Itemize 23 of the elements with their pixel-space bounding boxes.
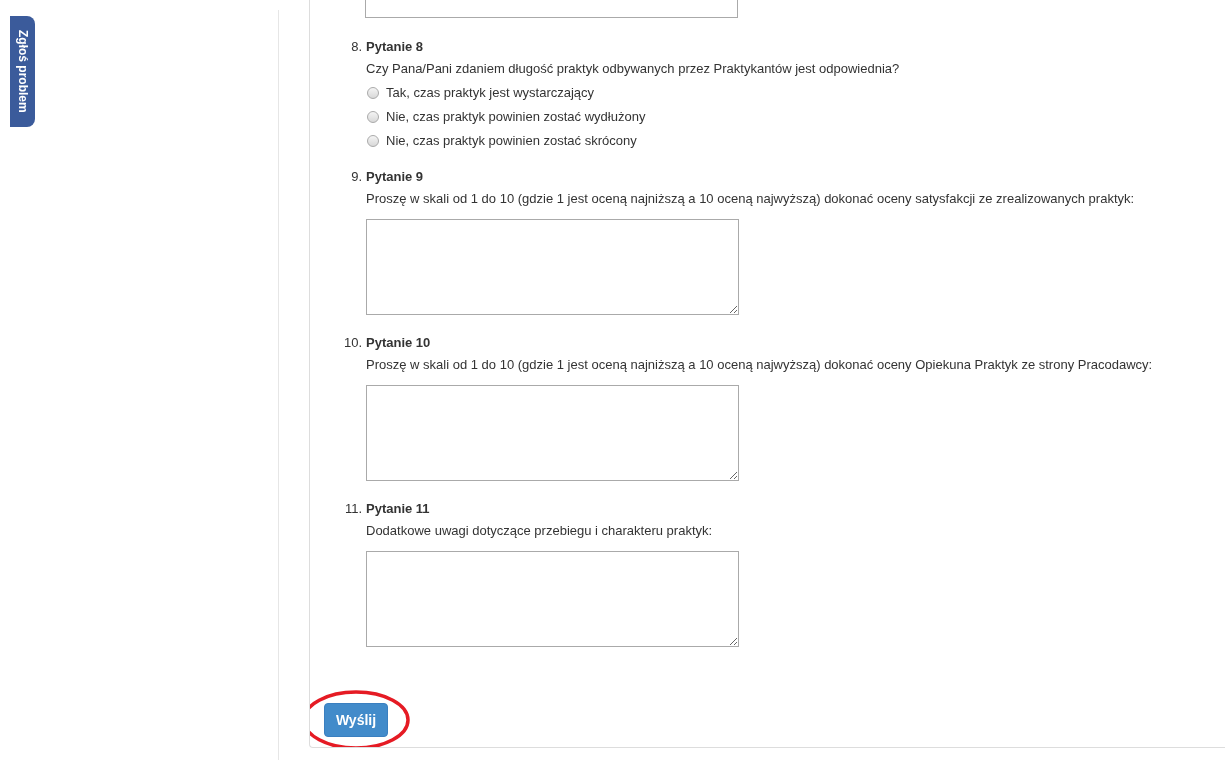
answer-field[interactable] (366, 219, 739, 315)
question-number: 10. (343, 335, 363, 351)
question-number: 11. (344, 501, 363, 517)
option-label: Nie, czas praktyk powinien zostać wydłużony (386, 109, 646, 125)
radio-button[interactable] (367, 87, 379, 99)
question-text: Czy Pana/Pani zdaniem długość praktyk odbywanych przez Praktykantów jest odpowiednia? (366, 61, 900, 77)
question-number: 9. (351, 169, 363, 185)
question-title: Pytanie 10 (366, 335, 431, 351)
question-text: Proszę w skali od 1 do 10 (gdzie 1 jest oceną najniższą a 10 oceną najwyższą) dokonać oceny Opiekuna Praktyk ze strony Pracodawcy: (366, 357, 1153, 373)
radio-button[interactable] (367, 135, 379, 147)
question-title: Pytanie 8 (366, 39, 424, 55)
question-text: Proszę w skali od 1 do 10 (gdzie 1 jest oceną najniższą a 10 oceną najwyższą) dokonać oceny satysfakcji ze zrealizowanych praktyk: (366, 191, 1135, 207)
answer-field[interactable] (366, 551, 739, 647)
option-label: Tak, czas praktyk jest wystarczający (386, 85, 595, 101)
radio-button[interactable] (367, 111, 379, 123)
report-problem-tab[interactable]: Zgłoś problem (10, 16, 35, 127)
option-label: Nie, czas praktyk powinien zostać skrócony (386, 133, 637, 149)
question-title: Pytanie 9 (366, 169, 424, 185)
submit-button[interactable]: Wyślij (324, 703, 388, 737)
question-title: Pytanie 11 (366, 501, 430, 517)
question-text: Dodatkowe uwagi dotyczące przebiegu i charakteru praktyk: (366, 523, 713, 539)
question-number: 8. (351, 39, 363, 55)
answer-field[interactable] (366, 385, 739, 481)
